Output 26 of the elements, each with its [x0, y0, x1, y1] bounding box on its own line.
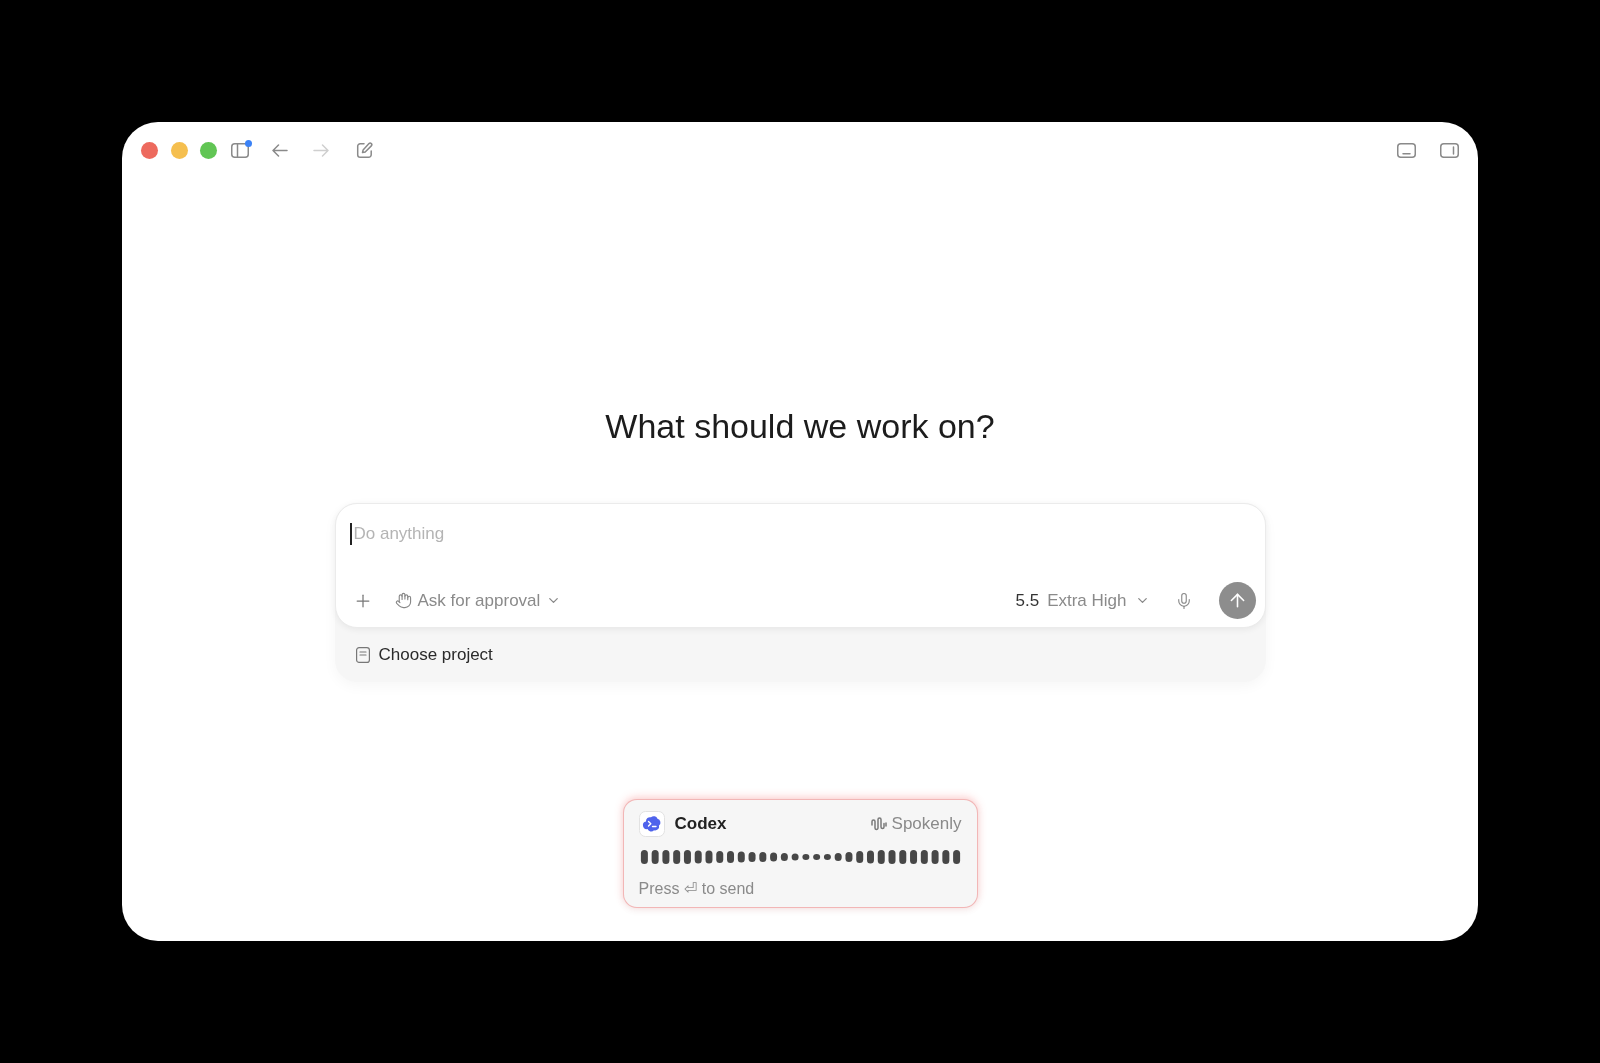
prompt-input[interactable]: Do anything [349, 522, 1256, 546]
sidebar-toggle-button[interactable] [230, 142, 249, 158]
model-selector[interactable]: 5.5 Extra High [1015, 590, 1150, 611]
window-zoom-button[interactable] [200, 141, 217, 159]
hand-icon [394, 592, 412, 609]
arrow-left-icon [271, 143, 288, 157]
window-minimize-button[interactable] [170, 141, 188, 159]
page-heading: What should we work on? [605, 406, 995, 446]
app-name: Codex [674, 814, 727, 834]
back-button[interactable] [271, 143, 288, 157]
service-name: Spokenly [891, 814, 962, 834]
bottom-panel-button[interactable] [1397, 142, 1416, 158]
left-panel-icon [230, 142, 249, 158]
arrow-right-icon [312, 143, 329, 157]
new-chat-button[interactable] [355, 141, 373, 159]
document-icon [355, 647, 370, 663]
window-close-button[interactable] [141, 141, 158, 159]
choose-project-button[interactable]: Choose project [355, 645, 493, 665]
app-icon [638, 811, 665, 837]
bottom-panel-icon [1397, 142, 1416, 158]
pencil-square-icon [355, 141, 373, 159]
approval-dropdown[interactable]: Ask for approval [394, 590, 562, 611]
send-hint: Press ⏎ to send [638, 879, 756, 899]
sound-wave-icon [870, 816, 887, 832]
right-panel-button[interactable] [1440, 142, 1459, 158]
right-panel-icon [1440, 142, 1459, 158]
